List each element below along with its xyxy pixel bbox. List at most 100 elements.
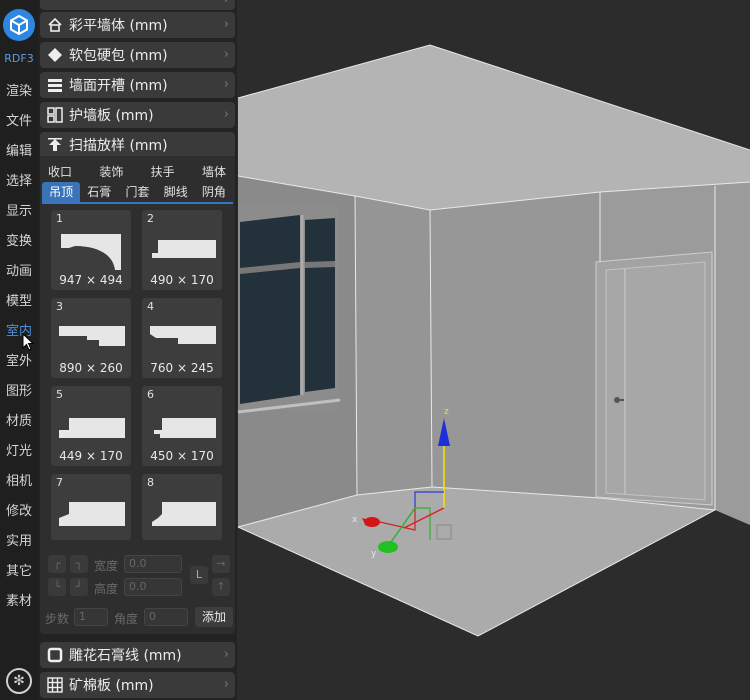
tile-number: 8 (147, 476, 154, 489)
corner-top-right-button[interactable]: ┐ (70, 555, 88, 573)
profile-tile[interactable]: 3 890 × 260 (51, 298, 131, 378)
tile-dimensions: 760 × 245 (150, 361, 214, 375)
width-field[interactable]: 0.0 (124, 555, 182, 573)
profile-tile[interactable]: 5 449 × 170 (51, 386, 131, 466)
tile-number: 2 (147, 212, 154, 225)
add-button[interactable]: 添加 (195, 607, 233, 627)
profile-tile[interactable]: 8 (142, 474, 222, 540)
tab-wall[interactable]: 墙体 (202, 163, 226, 180)
square-outline-icon (46, 646, 64, 664)
tab-ceiling[interactable]: 吊顶 (42, 182, 81, 202)
gizmo-z-label: z (444, 407, 449, 417)
app-logo-text: RDF3 (4, 52, 34, 65)
chevron-right-icon: › (223, 107, 229, 122)
height-field[interactable]: 0.0 (124, 578, 182, 596)
section-title: 雕花石膏线 (mm) (69, 648, 182, 664)
house-icon (46, 16, 64, 34)
profile-preview-icon (59, 326, 125, 346)
rail-item-material[interactable]: 材质 (0, 410, 38, 429)
chevron-right-icon: › (223, 677, 229, 692)
rail-item-render[interactable]: 渲染 (0, 80, 38, 99)
arrow-right-icon[interactable]: → (212, 555, 230, 573)
rail-item-animation[interactable]: 动画 (0, 260, 38, 279)
section-wall-groove[interactable]: 墙面开槽 (mm) › (40, 72, 235, 98)
width-label: 宽度 (94, 559, 119, 573)
diamond-icon (46, 46, 64, 64)
tile-dimensions: 890 × 260 (59, 361, 123, 375)
height-label: 高度 (94, 582, 119, 596)
profile-tile[interactable]: 2 490 × 170 (142, 210, 222, 290)
angle-label: 角度 (114, 612, 139, 626)
section-title: 扫描放样 (mm) (69, 138, 168, 154)
corner-top-left-button[interactable]: ┌ (48, 555, 66, 573)
section-carved-plaster[interactable]: 雕花石膏线 (mm) › (40, 642, 235, 668)
profile-preview-icon (150, 326, 216, 344)
tab-plaster[interactable]: 石膏 (80, 182, 118, 202)
profile-tile[interactable]: 1 947 × 494 (51, 210, 131, 290)
section-header-partial[interactable]: › (40, 0, 235, 10)
chevron-right-icon: › (223, 647, 229, 662)
app-logo-icon[interactable] (3, 9, 35, 41)
panels-icon (46, 106, 64, 124)
profile-tile[interactable]: 6 450 × 170 (142, 386, 222, 466)
profile-preview-icon (59, 502, 125, 526)
section-soft-hard-pack[interactable]: 软包硬包 (mm) › (40, 42, 235, 68)
rail-item-shapes[interactable]: 图形 (0, 380, 38, 399)
rail-item-file[interactable]: 文件 (0, 110, 38, 129)
profile-preview-icon (154, 418, 216, 438)
tab-trim[interactable]: 收口 (48, 163, 72, 180)
rail-item-lights[interactable]: 灯光 (0, 440, 38, 459)
rail-item-model[interactable]: 模型 (0, 290, 38, 309)
tab-inner-corner[interactable]: 阴角 (195, 182, 233, 202)
section-wainscot[interactable]: 护墙板 (mm) › (40, 102, 235, 128)
chevron-right-icon: › (223, 17, 229, 32)
corner-bottom-left-button[interactable]: └ (48, 578, 66, 596)
left-rail: RDF3 渲染 文件 编辑 选择 显示 变换 动画 模型 室内 室外 图形 材质… (0, 0, 38, 700)
profile-tile[interactable]: 4 760 × 245 (142, 298, 222, 378)
section-title: 墙面开槽 (mm) (69, 78, 168, 94)
tile-number: 6 (147, 388, 154, 401)
section-sweep-loft[interactable]: 扫描放样 (mm) (40, 132, 235, 158)
section-colored-wall[interactable]: 彩平墙体 (mm) › (40, 12, 235, 38)
tab-door-frame[interactable]: 门套 (118, 182, 156, 202)
chevron-right-icon: › (223, 47, 229, 62)
settings-gear-icon[interactable]: ✻ (6, 668, 32, 694)
section-mineral-wool-board[interactable]: 矿棉板 (mm) › (40, 672, 235, 698)
rail-item-other[interactable]: 其它 (0, 560, 38, 579)
tile-number: 5 (56, 388, 63, 401)
profile-preview-icon (152, 240, 216, 258)
tab-handrail[interactable]: 扶手 (151, 163, 175, 180)
rail-item-display[interactable]: 显示 (0, 200, 38, 219)
tile-dimensions: 450 × 170 (150, 449, 214, 463)
section-title: 彩平墙体 (mm) (69, 18, 168, 34)
profile-tile[interactable]: 7 (51, 474, 131, 540)
tile-dimensions: 947 × 494 (59, 273, 123, 287)
rail-item-exterior[interactable]: 室外 (0, 350, 38, 369)
mouse-cursor-icon (22, 333, 34, 351)
rail-item-transform[interactable]: 变换 (0, 230, 38, 249)
tab-baseboard[interactable]: 脚线 (157, 182, 195, 202)
corner-bottom-right-button[interactable]: ┘ (70, 578, 88, 596)
rail-item-utilities[interactable]: 实用 (0, 530, 38, 549)
tile-number: 7 (56, 476, 63, 489)
section-title: 护墙板 (mm) (69, 108, 154, 124)
gizmo-x-label: x (352, 515, 358, 525)
rail-item-select[interactable]: 选择 (0, 170, 38, 189)
rail-item-assets[interactable]: 素材 (0, 590, 38, 609)
arrow-up-icon[interactable]: ↑ (212, 578, 230, 596)
tab-decoration[interactable]: 装饰 (99, 163, 123, 180)
steps-label: 步数 (45, 612, 70, 626)
rail-item-edit[interactable]: 编辑 (0, 140, 38, 159)
tile-number: 1 (56, 212, 63, 225)
lock-ratio-button[interactable]: L (190, 566, 208, 584)
profile-preview-icon (61, 234, 121, 270)
rail-item-modify[interactable]: 修改 (0, 500, 38, 519)
section-title: 软包硬包 (mm) (69, 48, 168, 64)
chevron-right-icon: › (223, 77, 229, 92)
steps-field[interactable]: 1 (74, 608, 108, 626)
lines-icon (46, 76, 64, 94)
rail-item-camera[interactable]: 相机 (0, 470, 38, 489)
grid-icon (46, 676, 64, 694)
angle-field[interactable]: 0 (144, 608, 188, 626)
category-tabs: 收口 装饰 扶手 墙体 (42, 163, 232, 180)
